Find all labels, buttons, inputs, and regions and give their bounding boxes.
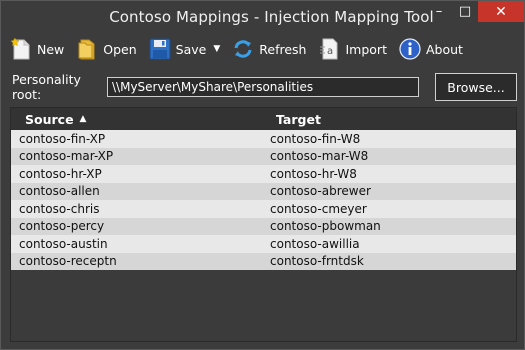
folder-icon [75, 37, 99, 61]
grid-body: contoso-fin-XP contoso-fin-W8 contoso-mar-… [11, 130, 516, 270]
cell-target: contoso-abrewer [270, 184, 371, 199]
app-window: Contoso Mappings - Injection Mapping Too… [0, 0, 525, 350]
cell-source: contoso-chris [19, 201, 100, 216]
save-label: Save [175, 41, 207, 57]
column-header-source[interactable]: Source ▲ [25, 112, 86, 127]
about-label: About [425, 41, 463, 57]
minimize-button[interactable]: – [426, 1, 452, 22]
cell-target: contoso-cmeyer [270, 201, 367, 216]
open-label: Open [103, 41, 137, 57]
cell-target: contoso-mar-W8 [270, 149, 369, 164]
new-button[interactable]: New [9, 37, 64, 61]
cell-target: contoso-hr-W8 [270, 166, 357, 181]
refresh-arrows-icon [231, 37, 255, 61]
about-button[interactable]: About [398, 37, 463, 61]
refresh-button[interactable]: Refresh [231, 37, 306, 61]
table-row[interactable]: contoso-austin contoso-awillia [11, 235, 516, 253]
column-header-source-label: Source [25, 111, 74, 127]
info-icon [398, 37, 422, 61]
cell-source: contoso-fin-XP [19, 131, 106, 146]
table-row[interactable]: contoso-hr-XP contoso-hr-W8 [11, 165, 516, 183]
title-bar: Contoso Mappings - Injection Mapping Too… [1, 1, 524, 32]
refresh-label: Refresh [259, 41, 307, 57]
close-button[interactable]: ✕ [478, 1, 524, 22]
cell-source: contoso-austin [19, 236, 108, 251]
floppy-disk-icon [148, 37, 172, 61]
mapping-grid: Source ▲ Target contoso-fin-XP contoso-fi… [10, 107, 517, 342]
personality-root-row: Personality root: Browse... [12, 72, 517, 102]
cell-target: contoso-fin-W8 [270, 131, 361, 146]
cell-target: contoso-frntdsk [270, 254, 364, 269]
cell-source: contoso-receptn [19, 254, 117, 269]
browse-button[interactable]: Browse... [435, 73, 517, 101]
grid-header: Source ▲ Target [11, 108, 516, 130]
import-document-icon: a [317, 37, 341, 61]
window-controls: – □ ✕ [426, 1, 524, 22]
column-header-target[interactable]: Target [276, 112, 321, 127]
personality-root-input[interactable] [107, 77, 419, 97]
import-button[interactable]: a Import [317, 37, 387, 61]
sort-ascending-icon: ▲ [79, 114, 87, 124]
table-row[interactable]: contoso-allen contoso-abrewer [11, 182, 516, 200]
cell-source: contoso-percy [19, 219, 105, 234]
personality-root-label: Personality root: [12, 72, 81, 102]
table-row[interactable]: contoso-fin-XP contoso-fin-W8 [11, 130, 516, 148]
save-button[interactable]: Save ▼ [148, 37, 220, 61]
new-label: New [37, 41, 65, 57]
new-document-icon [9, 37, 33, 61]
maximize-button[interactable]: □ [452, 1, 478, 22]
open-button[interactable]: Open [75, 37, 137, 61]
cell-target: contoso-pbowman [270, 219, 381, 234]
cell-source: contoso-hr-XP [19, 166, 102, 181]
import-label: Import [345, 41, 387, 57]
table-row[interactable]: contoso-chris contoso-cmeyer [11, 200, 516, 218]
table-row[interactable]: contoso-mar-XP contoso-mar-W8 [11, 147, 516, 165]
toolbar: New Open Save ▼ Refresh a Import About [9, 34, 474, 64]
window-title: Contoso Mappings - Injection Mapping Too… [109, 7, 434, 26]
table-row[interactable]: contoso-percy contoso-pbowman [11, 217, 516, 235]
table-row[interactable]: contoso-receptn contoso-frntdsk [11, 252, 516, 270]
chevron-down-icon[interactable]: ▼ [213, 44, 220, 54]
cell-source: contoso-mar-XP [19, 149, 114, 164]
cell-target: contoso-awillia [270, 236, 360, 251]
cell-source: contoso-allen [19, 184, 100, 199]
svg-text:a: a [327, 46, 333, 57]
